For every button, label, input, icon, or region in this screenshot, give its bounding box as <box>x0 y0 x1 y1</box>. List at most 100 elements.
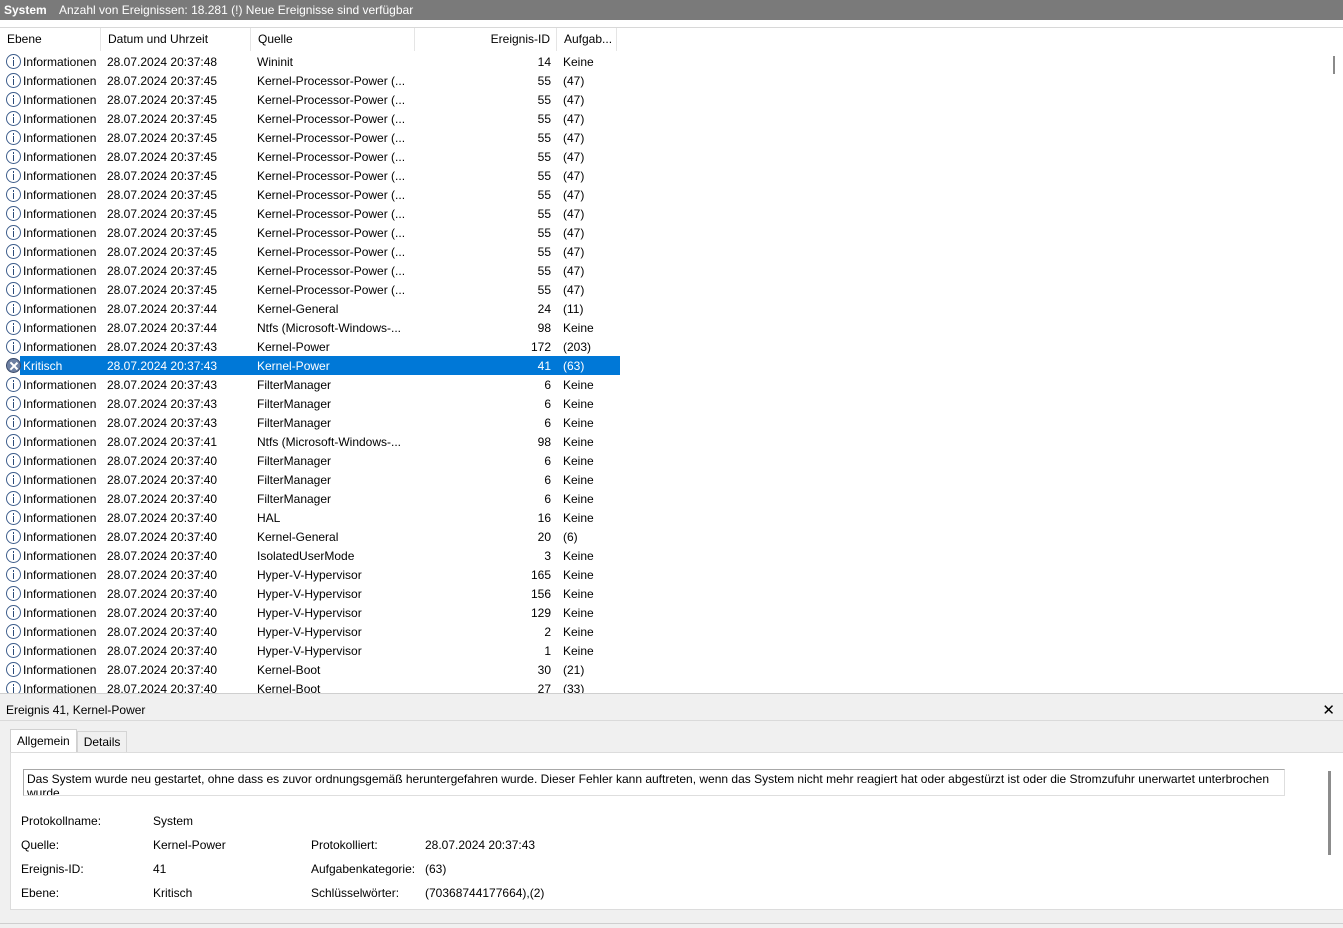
row-date: 28.07.2024 20:37:44 <box>107 320 218 335</box>
table-row[interactable]: Informationen 28.07.2024 20:37:40 Hyper-V-… <box>0 584 620 603</box>
event-list[interactable]: Ebene Datum und Uhrzeit Quelle Ereignis-… <box>0 27 1343 694</box>
row-level: Informationen <box>23 187 97 202</box>
row-event-id: 3 <box>544 548 551 563</box>
keywords-label: Schlüsselwörter: <box>311 886 400 900</box>
table-row[interactable]: Informationen 28.07.2024 20:37:40 FilterMa… <box>0 451 620 470</box>
row-date: 28.07.2024 20:37:44 <box>107 301 218 316</box>
table-row[interactable]: Informationen 28.07.2024 20:37:45 Kernel-P… <box>0 128 620 147</box>
table-row[interactable]: Informationen 28.07.2024 20:37:40 FilterMa… <box>0 470 620 489</box>
row-event-id: 98 <box>537 434 551 449</box>
row-event-id: 165 <box>530 567 551 582</box>
row-date: 28.07.2024 20:37:40 <box>107 472 218 487</box>
row-task-category: Keine <box>563 567 594 582</box>
row-date: 28.07.2024 20:37:40 <box>107 624 218 639</box>
row-date: 28.07.2024 20:37:45 <box>107 244 218 259</box>
row-task-category: Keine <box>563 54 594 69</box>
row-level: Informationen <box>23 282 97 297</box>
row-task-category: (63) <box>563 358 585 373</box>
table-row[interactable]: Informationen 28.07.2024 20:37:40 FilterMa… <box>0 489 620 508</box>
log-title-bar: System Anzahl von Ereignissen: 18.281 (!… <box>0 0 1343 20</box>
table-row[interactable]: Informationen 28.07.2024 20:37:40 Kernel-B… <box>0 679 620 694</box>
table-row[interactable]: Informationen 28.07.2024 20:37:45 Kernel-P… <box>0 109 620 128</box>
row-date: 28.07.2024 20:37:45 <box>107 187 218 202</box>
row-date: 28.07.2024 20:37:43 <box>107 377 218 392</box>
row-source: Kernel-Processor-Power (... <box>257 187 406 202</box>
table-row[interactable]: Informationen 28.07.2024 20:37:40 HAL 16 Kei… <box>0 508 620 527</box>
row-level: Informationen <box>23 130 97 145</box>
table-row[interactable]: Informationen 28.07.2024 20:37:43 FilterMa… <box>0 413 620 432</box>
table-row[interactable]: Informationen 28.07.2024 20:37:40 Hyper-V-… <box>0 622 620 641</box>
column-header-source[interactable]: Quelle <box>251 28 415 51</box>
table-row[interactable]: Informationen 28.07.2024 20:37:43 FilterMa… <box>0 394 620 413</box>
event-id-label: Ereignis-ID: <box>21 862 84 876</box>
event-list-scrollbar[interactable] <box>1326 28 1343 694</box>
column-header-level[interactable]: Ebene <box>0 28 101 51</box>
row-source: Hyper-V-Hypervisor <box>257 624 362 639</box>
row-source: Kernel-Processor-Power (... <box>257 73 406 88</box>
table-row[interactable]: Informationen 28.07.2024 20:37:45 Kernel-P… <box>0 223 620 242</box>
table-row[interactable]: Informationen 28.07.2024 20:37:44 Kernel-G… <box>0 299 620 318</box>
row-event-id: 6 <box>544 377 551 392</box>
table-row[interactable]: Informationen 28.07.2024 20:37:45 Kernel-P… <box>0 242 620 261</box>
table-row[interactable]: Informationen 28.07.2024 20:37:45 Kernel-P… <box>0 147 620 166</box>
column-header-task[interactable]: Aufgab... <box>557 28 617 51</box>
table-row[interactable]: Informationen 28.07.2024 20:37:43 FilterMa… <box>0 375 620 394</box>
information-icon <box>6 643 21 658</box>
table-row[interactable]: Informationen 28.07.2024 20:37:40 Hyper-V-… <box>0 641 620 660</box>
row-date: 28.07.2024 20:37:40 <box>107 529 218 544</box>
row-source: FilterManager <box>257 491 332 506</box>
table-row[interactable]: Informationen 28.07.2024 20:37:45 Kernel-P… <box>0 71 620 90</box>
close-icon[interactable]: ✕ <box>1322 701 1335 719</box>
table-row[interactable]: Informationen 28.07.2024 20:37:45 Kernel-P… <box>0 261 620 280</box>
source-value[interactable]: Kernel-Power <box>153 838 226 852</box>
row-date: 28.07.2024 20:37:45 <box>107 282 218 297</box>
row-level: Informationen <box>23 244 97 259</box>
tab-details[interactable]: Details <box>76 731 128 753</box>
row-source: Kernel-Processor-Power (... <box>257 225 406 240</box>
panel-scrollbar[interactable] <box>1328 771 1331 855</box>
row-level: Informationen <box>23 548 97 563</box>
table-row[interactable]: Informationen 28.07.2024 20:37:40 Hyper-V-… <box>0 603 620 622</box>
table-row[interactable]: Informationen 28.07.2024 20:37:40 Isolated… <box>0 546 620 565</box>
column-header-event-id[interactable]: Ereignis-ID <box>415 28 557 51</box>
table-row[interactable]: Informationen 28.07.2024 20:37:40 Kernel-G… <box>0 527 620 546</box>
row-task-category: (47) <box>563 282 585 297</box>
table-row[interactable]: Informationen 28.07.2024 20:37:45 Kernel-P… <box>0 90 620 109</box>
table-row[interactable]: Informationen 28.07.2024 20:37:44 Ntfs (Mi… <box>0 318 620 337</box>
row-level: Informationen <box>23 149 97 164</box>
table-row[interactable]: Informationen 28.07.2024 20:37:45 Kernel-P… <box>0 166 620 185</box>
keywords-value: (70368744177664),(2) <box>425 886 545 900</box>
row-task-category: (47) <box>563 111 585 126</box>
table-row[interactable]: Informationen 28.07.2024 20:37:45 Kernel-P… <box>0 185 620 204</box>
information-icon <box>6 415 21 430</box>
row-event-id: 16 <box>537 510 551 525</box>
table-row[interactable]: Informationen 28.07.2024 20:37:40 Kernel-B… <box>0 660 620 679</box>
table-row[interactable]: Informationen 28.07.2024 20:37:48 Wininit 1… <box>0 52 620 71</box>
row-event-id: 6 <box>544 472 551 487</box>
row-event-id: 1 <box>544 643 551 658</box>
column-header-date[interactable]: Datum und Uhrzeit <box>101 28 251 51</box>
information-icon <box>6 111 21 126</box>
row-source: FilterManager <box>257 415 332 430</box>
row-date: 28.07.2024 20:37:40 <box>107 567 218 582</box>
row-event-id: 24 <box>537 301 551 316</box>
logged-label: Protokolliert: <box>311 838 378 852</box>
event-id-value: 41 <box>153 862 167 876</box>
table-row[interactable]: Informationen 28.07.2024 20:37:43 Kernel-P… <box>0 337 620 356</box>
row-date: 28.07.2024 20:37:40 <box>107 510 218 525</box>
table-row[interactable]: Informationen 28.07.2024 20:37:40 Hyper-V-… <box>0 565 620 584</box>
row-task-category: (47) <box>563 263 585 278</box>
event-description[interactable]: Das System wurde neu gestartet, ohne das… <box>23 769 1285 796</box>
table-row[interactable]: Informationen 28.07.2024 20:37:41 Ntfs (Mi… <box>0 432 620 451</box>
row-event-id: 55 <box>537 130 551 145</box>
table-row[interactable]: Informationen 28.07.2024 20:37:45 Kernel-P… <box>0 280 620 299</box>
table-row[interactable]: Informationen 28.07.2024 20:37:45 Kernel-P… <box>0 204 620 223</box>
row-date: 28.07.2024 20:37:43 <box>107 415 218 430</box>
table-row[interactable]: Kritisch 28.07.2024 20:37:43 Kernel-Power 4… <box>0 356 620 375</box>
information-icon <box>6 339 21 354</box>
row-event-id: 55 <box>537 187 551 202</box>
tab-general[interactable]: Allgemein <box>10 729 77 753</box>
row-source: Hyper-V-Hypervisor <box>257 643 362 658</box>
row-date: 28.07.2024 20:37:45 <box>107 149 218 164</box>
scrollbar-thumb[interactable] <box>1333 56 1335 74</box>
